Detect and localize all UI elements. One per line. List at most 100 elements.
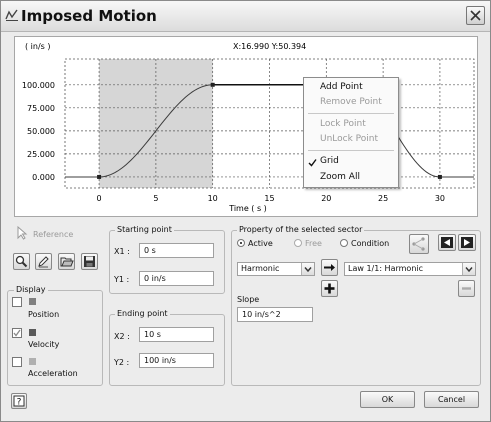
y-tick-label: 50.000 xyxy=(27,127,55,136)
chevron-down-icon xyxy=(462,263,475,275)
x-tick-label: 10 xyxy=(208,194,218,203)
condition-radio-label[interactable]: Condition xyxy=(351,239,389,248)
help-icon: ? xyxy=(13,395,25,408)
arrow-left-icon xyxy=(441,237,453,248)
x-tick-label: 30 xyxy=(435,194,445,203)
apply-law-button[interactable] xyxy=(321,259,338,276)
acceleration-label: Acceleration xyxy=(28,369,78,378)
y-tick-label: 100.000 xyxy=(22,81,55,90)
x2-field[interactable]: 10 s xyxy=(139,327,214,342)
plus-icon xyxy=(324,283,335,294)
save-button[interactable] xyxy=(81,253,98,270)
control-point xyxy=(437,174,442,179)
ok-button[interactable]: OK xyxy=(360,391,415,408)
zoom-icon xyxy=(15,255,28,268)
checkmark-icon xyxy=(13,329,21,337)
motion-app-icon xyxy=(5,9,18,21)
y-axis-unit-label: ( in/s ) xyxy=(25,42,50,51)
zoom-button[interactable] xyxy=(13,253,30,270)
motion-graph[interactable]: 100.000 75.000 50.000 25.000 0.000 0 5 10 15 20 2… xyxy=(15,37,477,216)
ending-point-title: Ending point xyxy=(115,309,170,318)
velocity-color-swatch xyxy=(29,329,36,336)
x-axis-label: Time ( s ) xyxy=(228,204,267,213)
law-select[interactable]: Law 1/1: Harmonic xyxy=(344,262,476,276)
x-tick-label: 0 xyxy=(97,194,102,203)
reference-pointer-icon xyxy=(17,226,28,240)
slope-label: Slope xyxy=(237,295,260,304)
connect-points-icon xyxy=(412,237,425,251)
menu-item-grid[interactable]: Grid xyxy=(320,156,339,166)
free-radio-label[interactable]: Free xyxy=(305,239,322,248)
add-law-button[interactable] xyxy=(321,280,338,297)
arrow-right-icon xyxy=(324,264,335,271)
position-color-swatch xyxy=(29,298,36,305)
x2-label: X2 : xyxy=(114,332,130,341)
open-folder-icon xyxy=(60,257,74,267)
slope-field[interactable]: 10 in/s^2 xyxy=(237,307,313,322)
active-radio[interactable] xyxy=(237,239,245,247)
x1-field[interactable]: 0 s xyxy=(139,243,214,258)
minus-icon xyxy=(462,287,471,290)
position-label: Position xyxy=(28,310,60,319)
close-icon xyxy=(470,10,481,21)
edit-button[interactable] xyxy=(35,253,52,270)
acceleration-checkbox[interactable] xyxy=(12,357,22,367)
y-tick-label: 75.000 xyxy=(27,104,55,113)
menu-item-zoom-all[interactable]: Zoom All xyxy=(320,172,360,182)
display-group-title: Display xyxy=(14,285,48,294)
chevron-down-icon xyxy=(301,263,314,275)
control-point xyxy=(97,174,102,179)
y2-field[interactable]: 100 in/s xyxy=(139,353,214,368)
menu-item-unlock-point[interactable]: UnLock Point xyxy=(320,134,378,144)
acceleration-color-swatch xyxy=(29,358,36,365)
condition-radio[interactable] xyxy=(340,239,348,247)
cancel-button[interactable]: Cancel xyxy=(424,391,479,408)
y-tick-label: 25.000 xyxy=(27,150,55,159)
y2-label: Y2 : xyxy=(114,358,130,367)
y1-label: Y1 : xyxy=(114,275,130,284)
position-checkbox[interactable] xyxy=(12,297,22,307)
imposed-motion-dialog: Imposed Motion 100.000 75.000 50.000 25.000… xyxy=(0,0,491,422)
x-tick-label: 25 xyxy=(378,194,388,203)
menu-item-remove-point[interactable]: Remove Point xyxy=(320,97,382,107)
free-radio[interactable] xyxy=(294,239,302,247)
active-radio-label[interactable]: Active xyxy=(248,239,273,248)
menu-separator xyxy=(308,113,394,114)
edit-icon xyxy=(38,256,49,268)
ending-point-group: Ending point xyxy=(109,309,225,386)
velocity-checkbox[interactable] xyxy=(12,328,22,338)
reference-label[interactable]: Reference xyxy=(33,230,73,239)
menu-item-add-point[interactable]: Add Point xyxy=(320,82,363,92)
graph-context-menu: Add Point Remove Point Lock Point UnLock… xyxy=(303,77,399,188)
svg-text:?: ? xyxy=(17,398,22,408)
menu-item-lock-point[interactable]: Lock Point xyxy=(320,119,366,129)
starting-point-title: Starting point xyxy=(115,225,174,234)
save-icon xyxy=(84,256,95,267)
law-value: Law 1/1: Harmonic xyxy=(348,264,424,273)
control-point xyxy=(210,82,215,87)
open-button[interactable] xyxy=(58,253,75,270)
law-type-select[interactable]: Harmonic xyxy=(237,262,315,276)
arrow-right-icon xyxy=(461,237,473,248)
x-tick-label: 20 xyxy=(321,194,331,203)
window-title: Imposed Motion xyxy=(21,7,157,25)
close-button[interactable] xyxy=(466,6,485,25)
x-tick-label: 5 xyxy=(153,194,158,203)
x-tick-label: 15 xyxy=(264,194,274,203)
x1-label: X1 : xyxy=(114,247,130,256)
previous-sector-button[interactable] xyxy=(438,234,456,251)
title-bar: Imposed Motion xyxy=(1,1,490,32)
connect-points-button[interactable] xyxy=(409,234,429,254)
law-type-value: Harmonic xyxy=(241,264,280,273)
next-sector-button[interactable] xyxy=(458,234,476,251)
motion-graph-panel[interactable]: 100.000 75.000 50.000 25.000 0.000 0 5 10 15 20 2… xyxy=(14,36,478,217)
menu-separator xyxy=(308,150,394,151)
y-tick-label: 0.000 xyxy=(32,173,55,182)
cursor-coordinates: X:16.990 Y:50.394 xyxy=(233,42,306,51)
help-button[interactable]: ? xyxy=(11,393,27,409)
sector-property-title: Property of the selected sector xyxy=(237,225,365,234)
remove-law-button[interactable] xyxy=(458,280,475,297)
y1-field[interactable]: 0 in/s xyxy=(139,271,214,286)
checkmark-icon xyxy=(308,159,317,167)
velocity-label: Velocity xyxy=(28,340,60,349)
